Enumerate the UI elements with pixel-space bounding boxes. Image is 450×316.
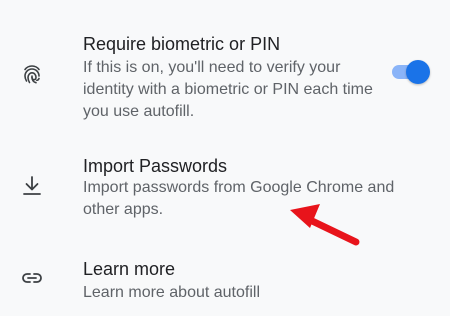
download-icon: [20, 174, 44, 198]
biometric-toggle[interactable]: [390, 60, 430, 84]
setting-description: Import passwords from Google Chrome and …: [83, 179, 395, 218]
fingerprint-icon: [20, 62, 44, 86]
setting-description: Learn more about autofill: [83, 284, 260, 301]
setting-require-biometric[interactable]: Require biometric or PIN If this is on, …: [0, 0, 450, 130]
setting-title: Require biometric or PIN: [83, 34, 281, 54]
toggle-thumb: [406, 60, 430, 84]
setting-learn-more[interactable]: Learn more Learn more about autofill: [0, 245, 450, 315]
setting-title: Learn more: [83, 259, 176, 279]
setting-description: If this is on, you'll need to verify you…: [83, 59, 373, 120]
annotation-arrow-icon: [290, 204, 360, 246]
setting-import-passwords[interactable]: Import Passwords Import passwords from G…: [0, 140, 450, 240]
setting-title: Import Passwords: [83, 156, 228, 176]
link-icon: [20, 266, 44, 290]
